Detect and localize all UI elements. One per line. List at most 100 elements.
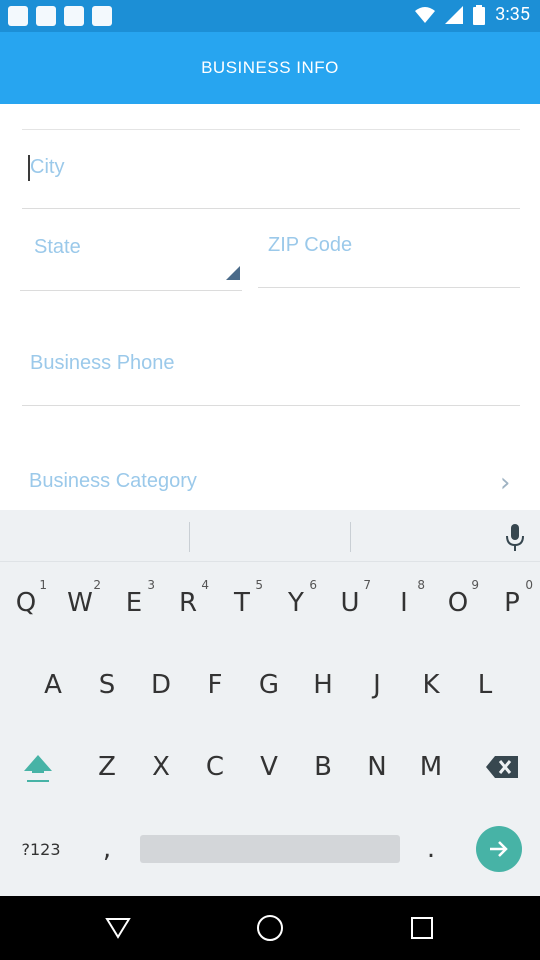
key-label: I bbox=[400, 588, 408, 618]
system-icons: 3:35 bbox=[415, 4, 530, 25]
comma-key[interactable]: , bbox=[80, 814, 134, 884]
key-hint: 3 bbox=[147, 578, 155, 592]
key-f[interactable]: F bbox=[188, 650, 242, 720]
key-hint: 7 bbox=[363, 578, 371, 592]
key-d[interactable]: D bbox=[134, 650, 188, 720]
key-l[interactable]: L bbox=[458, 650, 512, 720]
key-n[interactable]: N bbox=[350, 732, 404, 802]
business-phone-placeholder: Business Phone bbox=[30, 352, 175, 374]
key-q[interactable]: Q1 bbox=[0, 568, 53, 638]
suggestion-bar bbox=[0, 510, 540, 562]
business-category-placeholder: Business Category bbox=[29, 470, 197, 492]
state-placeholder: State bbox=[34, 236, 81, 258]
key-label: T bbox=[234, 588, 250, 618]
comma-key-label: , bbox=[102, 834, 112, 864]
zip-code-field[interactable]: ZIP Code bbox=[258, 224, 520, 288]
key-o[interactable]: O9 bbox=[431, 568, 485, 638]
notification-icon bbox=[92, 6, 112, 26]
key-hint: 9 bbox=[471, 578, 479, 592]
business-info-form: City State ZIP Code Business Phone Busin… bbox=[0, 104, 540, 510]
business-phone-field[interactable]: Business Phone bbox=[22, 340, 520, 404]
key-hint: 1 bbox=[39, 578, 47, 592]
city-placeholder: City bbox=[30, 156, 65, 178]
arrow-right-icon bbox=[490, 841, 508, 857]
back-icon bbox=[105, 918, 131, 939]
state-dropdown[interactable]: State bbox=[20, 224, 242, 290]
zip-code-underline bbox=[258, 287, 520, 288]
key-z[interactable]: Z bbox=[80, 732, 134, 802]
city-underline bbox=[22, 208, 520, 209]
state-underline bbox=[20, 290, 242, 291]
notification-icons bbox=[8, 6, 112, 26]
notification-icon bbox=[64, 6, 84, 26]
key-y[interactable]: Y6 bbox=[269, 568, 323, 638]
key-b[interactable]: B bbox=[296, 732, 350, 802]
key-x[interactable]: X bbox=[134, 732, 188, 802]
key-i[interactable]: I8 bbox=[377, 568, 431, 638]
recents-button[interactable] bbox=[406, 912, 438, 944]
symbols-key-label: ?123 bbox=[21, 839, 61, 859]
symbols-key[interactable]: ?123 bbox=[14, 814, 68, 884]
key-v[interactable]: V bbox=[242, 732, 296, 802]
business-phone-underline bbox=[22, 405, 520, 406]
key-label: U bbox=[340, 588, 360, 618]
key-w[interactable]: W2 bbox=[53, 568, 107, 638]
soft-keyboard: Q1W2E3R4T5Y6U7I8O9P0 ASDFGHJKL ZXCVBNM ?… bbox=[0, 510, 540, 896]
signal-icon bbox=[445, 5, 464, 24]
app-bar: BUSINESS INFO bbox=[0, 32, 540, 104]
shift-arrow-icon bbox=[24, 755, 52, 782]
backspace-icon bbox=[486, 756, 518, 778]
key-h[interactable]: H bbox=[296, 650, 350, 720]
business-category-selector[interactable]: Business Category › bbox=[22, 460, 520, 510]
key-c[interactable]: C bbox=[188, 732, 242, 802]
microphone-icon[interactable] bbox=[504, 524, 526, 552]
back-button[interactable] bbox=[102, 912, 134, 944]
key-r[interactable]: R4 bbox=[161, 568, 215, 638]
home-button[interactable] bbox=[254, 912, 286, 944]
key-k[interactable]: K bbox=[404, 650, 458, 720]
key-s[interactable]: S bbox=[80, 650, 134, 720]
space-bar[interactable] bbox=[140, 835, 400, 863]
key-label: P bbox=[504, 588, 520, 618]
key-hint: 5 bbox=[255, 578, 263, 592]
key-label: O bbox=[447, 588, 469, 618]
shift-key[interactable] bbox=[11, 732, 65, 802]
key-label: Y bbox=[288, 588, 304, 618]
divider bbox=[350, 522, 351, 552]
screen: 3:35 BUSINESS INFO City State ZIP Code B… bbox=[0, 0, 540, 960]
navigation-bar bbox=[0, 896, 540, 960]
key-a[interactable]: A bbox=[26, 650, 80, 720]
period-key[interactable]: . bbox=[404, 814, 458, 884]
key-j[interactable]: J bbox=[350, 650, 404, 720]
city-field[interactable]: City bbox=[22, 144, 520, 210]
period-key-label: . bbox=[426, 834, 436, 864]
key-m[interactable]: M bbox=[404, 732, 458, 802]
next-button[interactable] bbox=[476, 826, 522, 872]
notification-icon bbox=[36, 6, 56, 26]
wifi-icon bbox=[415, 6, 436, 23]
battery-icon bbox=[473, 4, 486, 25]
zip-code-placeholder: ZIP Code bbox=[268, 234, 353, 256]
divider bbox=[189, 522, 190, 552]
clock: 3:35 bbox=[495, 4, 530, 25]
key-hint: 0 bbox=[525, 578, 533, 592]
key-hint: 2 bbox=[93, 578, 101, 592]
divider bbox=[22, 129, 520, 130]
status-bar: 3:35 bbox=[0, 0, 540, 32]
key-u[interactable]: U7 bbox=[323, 568, 377, 638]
key-p[interactable]: P0 bbox=[485, 568, 539, 638]
key-label: E bbox=[125, 588, 143, 618]
home-icon bbox=[257, 915, 283, 941]
key-e[interactable]: E3 bbox=[107, 568, 161, 638]
key-hint: 6 bbox=[309, 578, 317, 592]
key-t[interactable]: T5 bbox=[215, 568, 269, 638]
recents-icon bbox=[411, 917, 433, 939]
key-hint: 8 bbox=[417, 578, 425, 592]
key-hint: 4 bbox=[201, 578, 209, 592]
chevron-right-icon: › bbox=[500, 468, 511, 498]
backspace-key[interactable] bbox=[475, 732, 529, 802]
dropdown-arrow-icon bbox=[226, 266, 240, 280]
key-label: W bbox=[67, 588, 93, 618]
page-title: BUSINESS INFO bbox=[201, 58, 339, 77]
key-g[interactable]: G bbox=[242, 650, 296, 720]
